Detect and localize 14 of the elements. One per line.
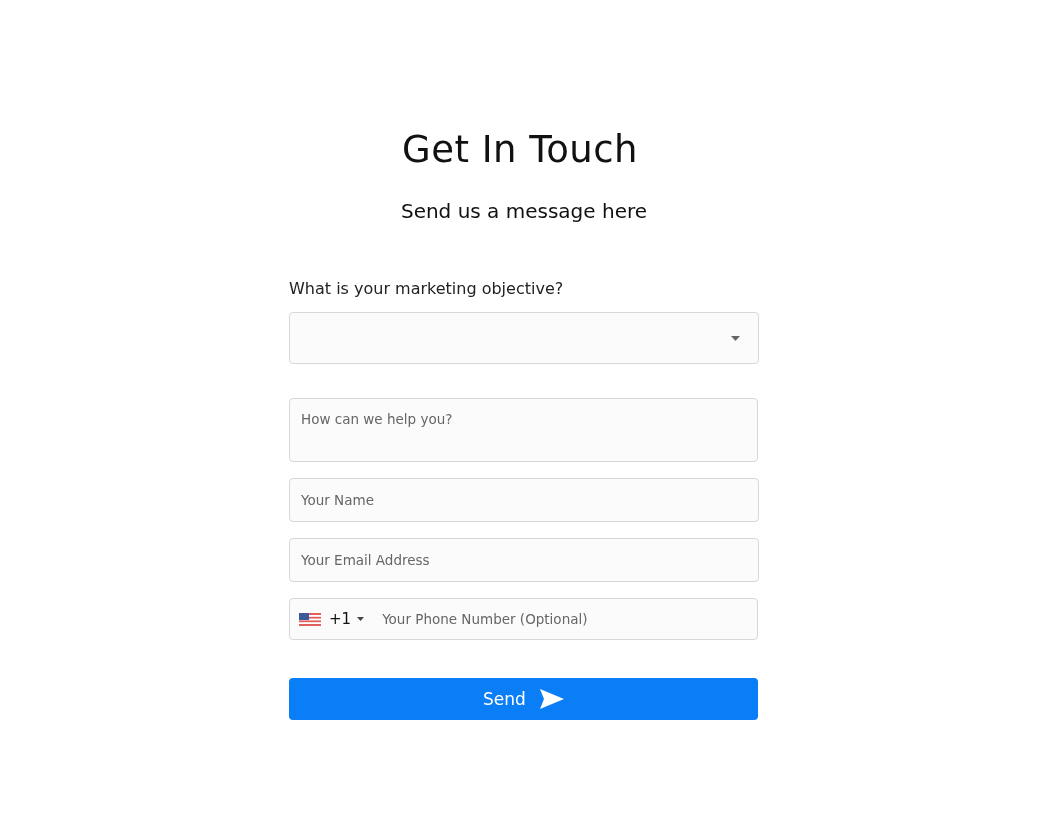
caret-icon: [731, 335, 740, 341]
page-title: Get In Touch: [402, 127, 638, 173]
send-button[interactable]: Send: [289, 678, 758, 720]
page-subtitle: Send us a message here: [399, 198, 648, 224]
caret-icon: [357, 617, 365, 621]
send-icon: [539, 689, 564, 709]
objective-select[interactable]: [289, 312, 759, 364]
country-picker[interactable]: +1: [290, 599, 365, 639]
field-label: What is your marketing objective?: [289, 278, 564, 300]
email-field[interactable]: Your Email Address: [289, 538, 759, 582]
message-field[interactable]: How can we help you?: [289, 398, 758, 462]
name-field[interactable]: Your Name: [289, 478, 759, 522]
phone-field[interactable]: +1 Your Phone Number (Optional): [289, 598, 758, 640]
flag-icon: [299, 612, 321, 626]
